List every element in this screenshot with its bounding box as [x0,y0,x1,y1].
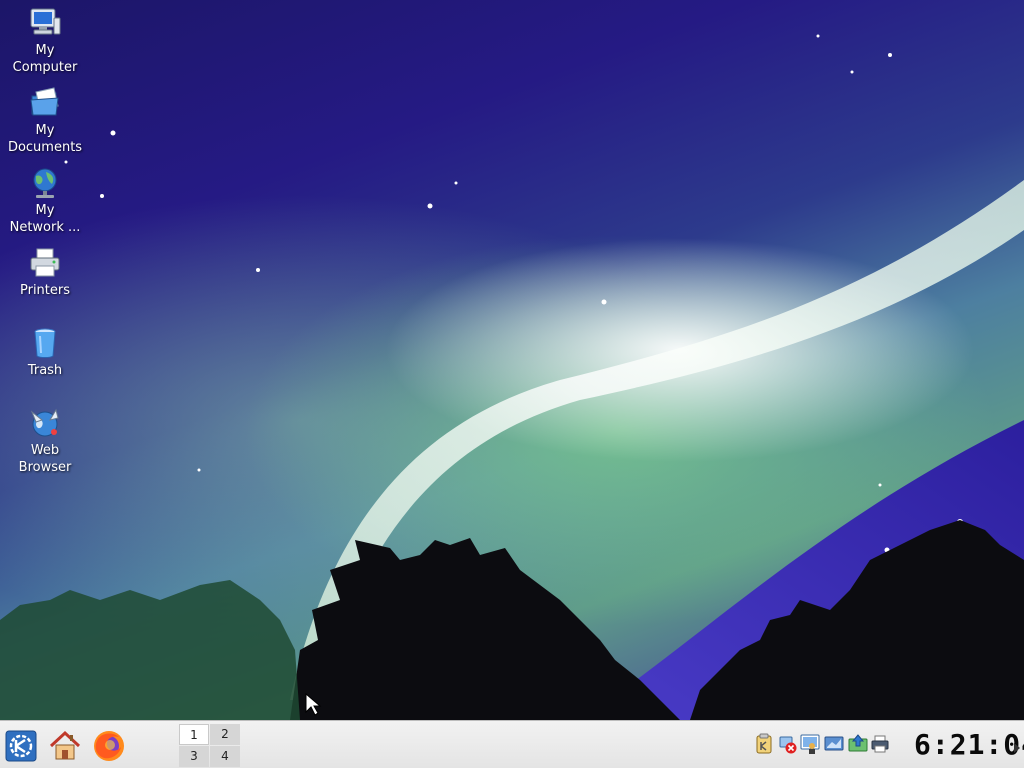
home-folder-button[interactable] [48,729,82,763]
firefox-icon [94,731,124,761]
desktop-4-button[interactable]: 4 [210,746,240,767]
web-browser-icon [30,408,59,437]
taskbar: 1 2 3 4 6:21:0 [0,720,1024,768]
trash-icon [34,328,56,358]
kde-menu-icon [5,730,37,762]
network-status-tray-button[interactable] [778,733,798,755]
desktop-icon-label: Printers [19,283,71,298]
desktop-icon-label: My Network ... [9,203,81,235]
printer-tray-icon [871,735,889,753]
desktop-pager: 1 2 3 4 [179,723,241,767]
printer-icon [30,248,60,277]
taskbar-clock[interactable]: 6:21:04 [914,728,1024,762]
folder-icon [30,87,59,116]
desktop-icon-label: Web Browser [18,443,72,475]
kde-menu-button[interactable] [4,729,38,763]
desktop-icon-trash[interactable]: Trash [3,326,87,379]
firefox-button[interactable] [92,729,126,763]
klipper-icon [756,733,772,754]
system-tray [752,733,892,757]
desktop-icon-printers[interactable]: Printers [3,246,87,299]
wallpaper-aurora [0,34,1024,720]
network-disconnected-icon [779,736,797,754]
chevron-right-icon [1014,743,1020,753]
klipper-tray-button[interactable] [754,733,774,755]
display-user-icon [800,734,820,754]
computer-icon [30,8,61,35]
desktop-icon-web-browser[interactable]: Web Browser [3,406,87,476]
desktop-background[interactable]: My Computer My Documents My Network ... … [0,0,1024,720]
home-icon [49,730,81,760]
desktop-icon-label: Trash [27,363,63,378]
desktop-icon-label: My Documents [7,123,83,155]
desktop-icon-my-network[interactable]: My Network ... [3,166,87,236]
network-upload-tray-button[interactable] [848,733,868,755]
desktop-icon-my-computer[interactable]: My Computer [3,6,87,76]
network-upload-icon [848,734,868,752]
network-globe-icon [33,168,57,198]
screen-tray-button[interactable] [824,733,844,755]
desktop-icon-label: My Computer [12,43,78,75]
screen-icon [824,736,844,751]
desktop-1-button[interactable]: 1 [179,724,209,745]
display-user-tray-button[interactable] [800,733,820,755]
desktop-3-button[interactable]: 3 [179,746,209,767]
printer-tray-button[interactable] [870,733,890,755]
desktop-icon-my-documents[interactable]: My Documents [3,86,87,156]
taskbar-expand-button[interactable] [1012,739,1022,753]
desktop-2-button[interactable]: 2 [210,724,240,745]
